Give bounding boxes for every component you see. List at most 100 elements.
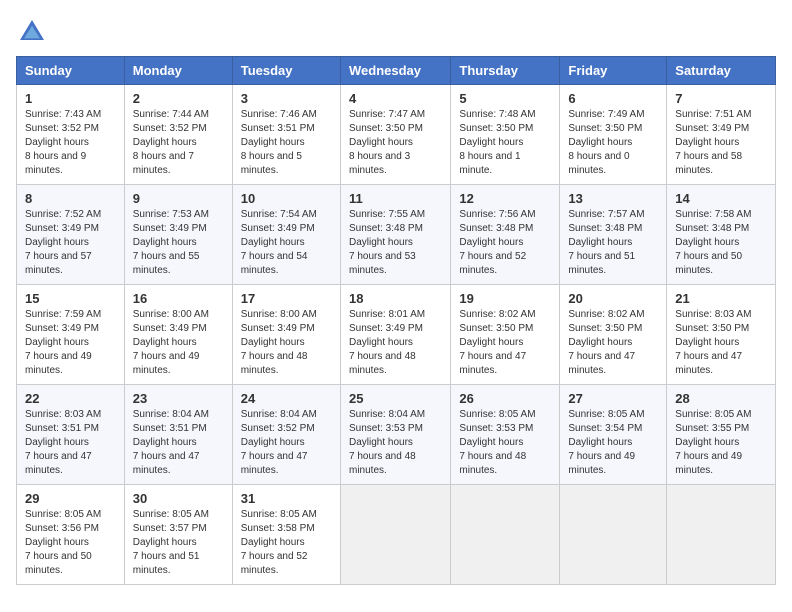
- day-info: Sunrise: 8:00 AMSunset: 3:49 PMDaylight …: [133, 308, 224, 378]
- day-info: Sunrise: 7:55 AMSunset: 3:48 PMDaylight …: [349, 208, 442, 278]
- day-number: 4: [349, 91, 442, 106]
- day-info: Sunrise: 8:02 AMSunset: 3:50 PMDaylight …: [459, 308, 551, 378]
- day-header-saturday: Saturday: [667, 57, 776, 85]
- day-number: 16: [133, 291, 224, 306]
- day-info: Sunrise: 7:46 AMSunset: 3:51 PMDaylight …: [241, 108, 332, 178]
- day-number: 7: [675, 91, 767, 106]
- day-info: Sunrise: 8:03 AMSunset: 3:51 PMDaylight …: [25, 408, 116, 478]
- day-info: Sunrise: 7:56 AMSunset: 3:48 PMDaylight …: [459, 208, 551, 278]
- day-cell: 26Sunrise: 8:05 AMSunset: 3:53 PMDayligh…: [451, 385, 560, 485]
- day-number: 10: [241, 191, 332, 206]
- day-info: Sunrise: 8:04 AMSunset: 3:51 PMDaylight …: [133, 408, 224, 478]
- day-cell: 7Sunrise: 7:51 AMSunset: 3:49 PMDaylight…: [667, 85, 776, 185]
- day-info: Sunrise: 7:47 AMSunset: 3:50 PMDaylight …: [349, 108, 442, 178]
- day-cell: 15 Sunrise: 7:59 AMSunset: 3:49 PMDayligh…: [17, 285, 125, 385]
- day-number: 6: [568, 91, 658, 106]
- day-cell: 12 Sunrise: 7:56 AMSunset: 3:48 PMDayligh…: [451, 185, 560, 285]
- day-cell: 10 Sunrise: 7:54 AMSunset: 3:49 PMDayligh…: [232, 185, 340, 285]
- day-number: 23: [133, 391, 224, 406]
- day-info: Sunrise: 8:00 AMSunset: 3:49 PMDaylight …: [241, 308, 332, 378]
- day-cell: 24Sunrise: 8:04 AMSunset: 3:52 PMDayligh…: [232, 385, 340, 485]
- day-number: 12: [459, 191, 551, 206]
- day-cell: 9 Sunrise: 7:53 AMSunset: 3:49 PMDaylight…: [124, 185, 232, 285]
- day-header-friday: Friday: [560, 57, 667, 85]
- day-cell: 20Sunrise: 8:02 AMSunset: 3:50 PMDayligh…: [560, 285, 667, 385]
- week-row-3: 15 Sunrise: 7:59 AMSunset: 3:49 PMDayligh…: [17, 285, 776, 385]
- day-info: Sunrise: 7:57 AMSunset: 3:48 PMDaylight …: [568, 208, 658, 278]
- day-cell: [560, 485, 667, 585]
- day-number: 13: [568, 191, 658, 206]
- day-cell: 16 Sunrise: 8:00 AMSunset: 3:49 PMDayligh…: [124, 285, 232, 385]
- week-row-4: 22 Sunrise: 8:03 AMSunset: 3:51 PMDayligh…: [17, 385, 776, 485]
- day-header-monday: Monday: [124, 57, 232, 85]
- logo: [16, 16, 52, 48]
- day-cell: 5Sunrise: 7:48 AMSunset: 3:50 PMDaylight…: [451, 85, 560, 185]
- day-info: Sunrise: 8:03 AMSunset: 3:50 PMDaylight …: [675, 308, 767, 378]
- day-cell: 21 Sunrise: 8:03 AMSunset: 3:50 PMDayligh…: [667, 285, 776, 385]
- day-cell: [340, 485, 450, 585]
- day-info: Sunrise: 8:04 AMSunset: 3:53 PMDaylight …: [349, 408, 442, 478]
- day-number: 21: [675, 291, 767, 306]
- day-info: Sunrise: 7:54 AMSunset: 3:49 PMDaylight …: [241, 208, 332, 278]
- day-info: Sunrise: 7:44 AMSunset: 3:52 PMDaylight …: [133, 108, 224, 178]
- day-number: 11: [349, 191, 442, 206]
- day-number: 27: [568, 391, 658, 406]
- week-row-5: 29 Sunrise: 8:05 AMSunset: 3:56 PMDayligh…: [17, 485, 776, 585]
- day-number: 28: [675, 391, 767, 406]
- day-cell: 23 Sunrise: 8:04 AMSunset: 3:51 PMDayligh…: [124, 385, 232, 485]
- day-cell: 2 Sunrise: 7:44 AMSunset: 3:52 PMDaylight…: [124, 85, 232, 185]
- day-cell: 13 Sunrise: 7:57 AMSunset: 3:48 PMDayligh…: [560, 185, 667, 285]
- day-number: 20: [568, 291, 658, 306]
- day-number: 25: [349, 391, 442, 406]
- day-number: 22: [25, 391, 116, 406]
- day-cell: 4 Sunrise: 7:47 AMSunset: 3:50 PMDaylight…: [340, 85, 450, 185]
- day-cell: 17 Sunrise: 8:00 AMSunset: 3:49 PMDayligh…: [232, 285, 340, 385]
- day-number: 8: [25, 191, 116, 206]
- day-info: Sunrise: 7:59 AMSunset: 3:49 PMDaylight …: [25, 308, 116, 378]
- day-cell: 22 Sunrise: 8:03 AMSunset: 3:51 PMDayligh…: [17, 385, 125, 485]
- day-info: Sunrise: 8:05 AMSunset: 3:54 PMDaylight …: [568, 408, 658, 478]
- day-cell: 14Sunrise: 7:58 AMSunset: 3:48 PMDayligh…: [667, 185, 776, 285]
- calendar-table: SundayMondayTuesdayWednesdayThursdayFrid…: [16, 56, 776, 585]
- day-number: 18: [349, 291, 442, 306]
- day-number: 3: [241, 91, 332, 106]
- day-cell: 25 Sunrise: 8:04 AMSunset: 3:53 PMDayligh…: [340, 385, 450, 485]
- day-info: Sunrise: 8:05 AMSunset: 3:58 PMDaylight …: [241, 508, 332, 578]
- day-number: 26: [459, 391, 551, 406]
- day-header-thursday: Thursday: [451, 57, 560, 85]
- day-number: 29: [25, 491, 116, 506]
- day-info: Sunrise: 8:05 AMSunset: 3:55 PMDaylight …: [675, 408, 767, 478]
- day-cell: 1 Sunrise: 7:43 AMSunset: 3:52 PMDaylight…: [17, 85, 125, 185]
- day-cell: 6 Sunrise: 7:49 AMSunset: 3:50 PMDaylight…: [560, 85, 667, 185]
- day-number: 19: [459, 291, 551, 306]
- day-number: 30: [133, 491, 224, 506]
- day-header-tuesday: Tuesday: [232, 57, 340, 85]
- day-number: 15: [25, 291, 116, 306]
- day-info: Sunrise: 8:01 AMSunset: 3:49 PMDaylight …: [349, 308, 442, 378]
- day-cell: 11 Sunrise: 7:55 AMSunset: 3:48 PMDayligh…: [340, 185, 450, 285]
- day-info: Sunrise: 8:05 AMSunset: 3:56 PMDaylight …: [25, 508, 116, 578]
- day-cell: 31 Sunrise: 8:05 AMSunset: 3:58 PMDayligh…: [232, 485, 340, 585]
- day-cell: [667, 485, 776, 585]
- day-header-wednesday: Wednesday: [340, 57, 450, 85]
- day-cell: 28 Sunrise: 8:05 AMSunset: 3:55 PMDayligh…: [667, 385, 776, 485]
- day-number: 31: [241, 491, 332, 506]
- day-info: Sunrise: 7:53 AMSunset: 3:49 PMDaylight …: [133, 208, 224, 278]
- day-info: Sunrise: 7:49 AMSunset: 3:50 PMDaylight …: [568, 108, 658, 178]
- day-number: 17: [241, 291, 332, 306]
- day-info: Sunrise: 7:43 AMSunset: 3:52 PMDaylight …: [25, 108, 116, 178]
- day-number: 9: [133, 191, 224, 206]
- day-cell: 19 Sunrise: 8:02 AMSunset: 3:50 PMDayligh…: [451, 285, 560, 385]
- day-cell: 29 Sunrise: 8:05 AMSunset: 3:56 PMDayligh…: [17, 485, 125, 585]
- week-row-1: 1 Sunrise: 7:43 AMSunset: 3:52 PMDaylight…: [17, 85, 776, 185]
- week-row-2: 8 Sunrise: 7:52 AMSunset: 3:49 PMDaylight…: [17, 185, 776, 285]
- day-cell: [451, 485, 560, 585]
- header: [16, 16, 776, 48]
- day-info: Sunrise: 7:58 AMSunset: 3:48 PMDaylight …: [675, 208, 767, 278]
- day-number: 1: [25, 91, 116, 106]
- day-cell: 3 Sunrise: 7:46 AMSunset: 3:51 PMDaylight…: [232, 85, 340, 185]
- day-number: 2: [133, 91, 224, 106]
- day-cell: 27 Sunrise: 8:05 AMSunset: 3:54 PMDayligh…: [560, 385, 667, 485]
- day-header-sunday: Sunday: [17, 57, 125, 85]
- day-info: Sunrise: 7:52 AMSunset: 3:49 PMDaylight …: [25, 208, 116, 278]
